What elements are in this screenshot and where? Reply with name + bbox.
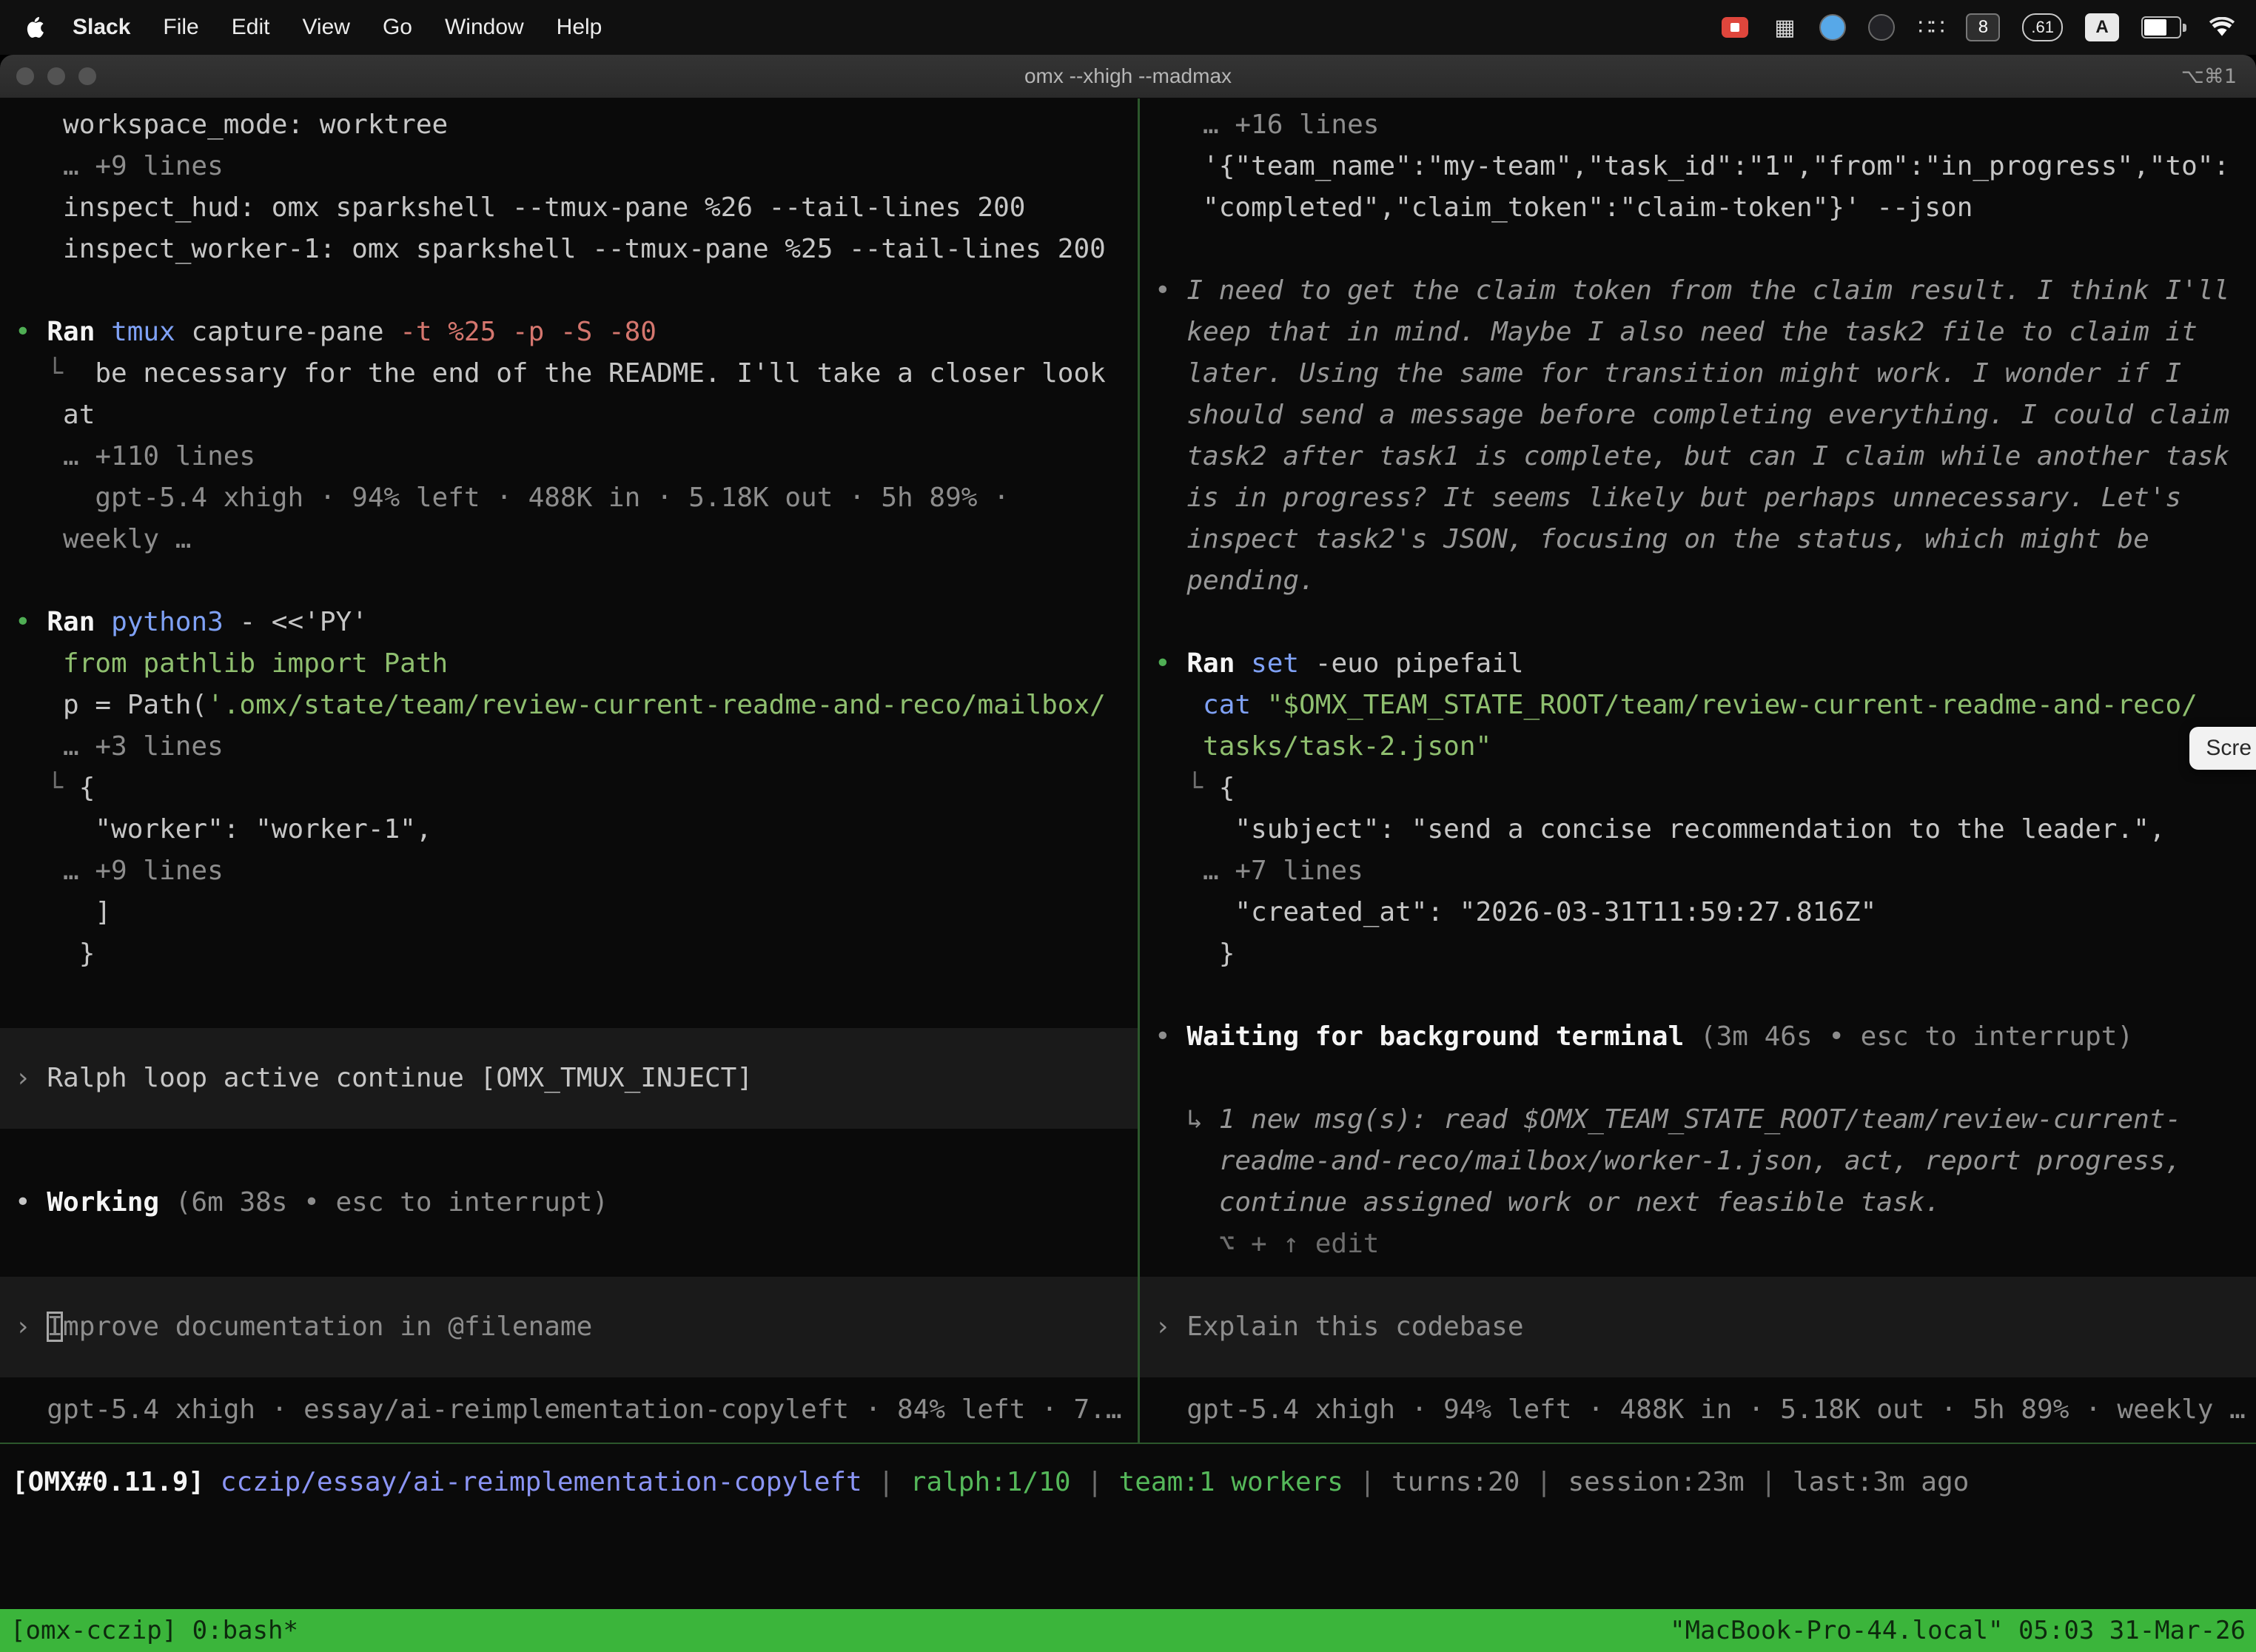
window-title: omx --xhigh --madmax [0, 64, 2256, 88]
terminal-window: omx --xhigh --madmax ⌥⌘1 workspace_mode:… [0, 55, 2256, 1652]
terminal-line: └ be necessary for the end of the README… [0, 353, 1138, 394]
battery-percentage-badge[interactable]: .61 [2022, 11, 2063, 44]
zoom-button[interactable] [78, 67, 96, 85]
terminal-line: inspect task2's JSON, focusing on the st… [1140, 519, 2256, 560]
menu-file[interactable]: File [147, 15, 215, 40]
tmux-status-bar: [omx-cczip] 0:bash* "MacBook-Pro-44.loca… [0, 1609, 2256, 1652]
terminal-line: } [1140, 933, 2256, 975]
terminal-line [0, 270, 1138, 312]
terminal-line [0, 1141, 1138, 1182]
tmux-panes: workspace_mode: worktree … +9 lines insp… [0, 98, 2256, 1444]
terminal-line [0, 1223, 1138, 1265]
terminal-line: } [0, 933, 1138, 975]
terminal-line: '{"team_name":"my-team","task_id":"1","f… [1140, 146, 2256, 187]
terminal-line: continue assigned work or next feasible … [1140, 1182, 2256, 1223]
apple-logo-svg [26, 16, 45, 38]
terminal-line: is in progress? It seems likely but perh… [1140, 477, 2256, 519]
input-source-icon[interactable]: A [2085, 11, 2119, 44]
menu-window[interactable]: Window [429, 15, 540, 40]
apple-logo-icon[interactable] [21, 16, 50, 38]
terminal-line: … +9 lines [0, 850, 1138, 892]
keycap-8-icon[interactable]: 8 [1966, 11, 2000, 44]
tmux-host-clock: "MacBook-Pro-44.local" 05:03 31-Mar-26 [1670, 1616, 2246, 1645]
terminal-line: • Ran python3 - <<'PY' [0, 602, 1138, 643]
menu-bar: Slack FileEditViewGoWindowHelp ▦ ∷∷ 8 .61 A [0, 0, 2256, 55]
menu-go[interactable]: Go [366, 15, 429, 40]
terminal-line [1140, 602, 2256, 643]
terminal-line: workspace_mode: worktree [0, 104, 1138, 146]
menubar-status-icons: ▦ ∷∷ 8 .61 A [1722, 11, 2235, 44]
terminal-line: └ { [0, 768, 1138, 809]
terminal-line [0, 560, 1138, 602]
terminal-line: at [0, 394, 1138, 436]
window-titlebar[interactable]: omx --xhigh --madmax ⌥⌘1 [0, 55, 2256, 98]
terminal-line [1140, 229, 2256, 270]
terminal-line: … +9 lines [0, 146, 1138, 187]
menu-help[interactable]: Help [540, 15, 619, 40]
terminal-line: "completed","claim_token":"claim-token"}… [1140, 187, 2256, 229]
traffic-lights [0, 67, 96, 85]
terminal-line: • Ran set -euo pipefail [1140, 643, 2256, 685]
menu-edit[interactable]: Edit [215, 15, 286, 40]
launchpad-icon[interactable]: ∷∷ [1917, 11, 1944, 44]
menu-view[interactable]: View [286, 15, 366, 40]
terminal-pane-right[interactable]: … +16 lines '{"team_name":"my-team","tas… [1140, 98, 2256, 1443]
terminal-line: … +7 lines [1140, 850, 2256, 892]
prompt-input[interactable]: › Explain this codebase [1140, 1277, 2256, 1377]
terminal-line: ] [0, 892, 1138, 933]
terminal-line: • Waiting for background terminal (3m 46… [1140, 1016, 2256, 1058]
screen-recording-indicator[interactable] [1722, 11, 1748, 44]
terminal-line: • Working (6m 38s • esc to interrupt) [0, 1182, 1138, 1223]
terminal-line: tasks/task-2.json" [1140, 726, 2256, 768]
terminal-line: … +3 lines [0, 726, 1138, 768]
terminal-line: cat "$OMX_TEAM_STATE_ROOT/team/review-cu… [1140, 685, 2256, 726]
keyboard-icon[interactable]: ▦ [1770, 11, 1797, 44]
terminal-line: from pathlib import Path [0, 643, 1138, 685]
omx-status-line: [OMX#0.11.9] cczip/essay/ai-reimplementa… [0, 1444, 2256, 1503]
terminal-line: ⌥ + ↑ edit [1140, 1223, 2256, 1265]
terminal-line: inspect_worker-1: omx sparkshell --tmux-… [0, 229, 1138, 270]
screen-notification[interactable]: Scre [2189, 727, 2256, 770]
terminal-line: later. Using the same for transition mig… [1140, 353, 2256, 394]
terminal-line: weekly … [0, 519, 1138, 560]
terminal-line: should send a message before completing … [1140, 394, 2256, 436]
terminal-line: gpt-5.4 xhigh · 94% left · 488K in · 5.1… [0, 477, 1138, 519]
terminal-line [1140, 975, 2256, 1016]
menu-items: FileEditViewGoWindowHelp [147, 15, 618, 40]
tmux-session-label: [omx-cczip] 0:bash* [10, 1616, 298, 1645]
terminal-line: └ { [1140, 768, 2256, 809]
window-shortcut-hint: ⌥⌘1 [2181, 65, 2256, 88]
terminal-line: "created_at": "2026-03-31T11:59:27.816Z" [1140, 892, 2256, 933]
terminal-line: "subject": "send a concise recommendatio… [1140, 809, 2256, 850]
terminal-line: task2 after task1 is complete, but can I… [1140, 436, 2256, 477]
terminal-line [0, 975, 1138, 1016]
terminal-line: keep that in mind. Maybe I also need the… [1140, 312, 2256, 353]
terminal-line: … +16 lines [1140, 104, 2256, 146]
app-icon-dark[interactable] [1868, 11, 1895, 44]
terminal-line: pending. [1140, 560, 2256, 602]
terminal-line: "worker": "worker-1", [0, 809, 1138, 850]
terminal-pane-left[interactable]: workspace_mode: worktree … +9 lines insp… [0, 98, 1138, 1443]
wifi-icon[interactable] [2209, 11, 2235, 44]
battery-icon[interactable] [2141, 11, 2186, 44]
app-icon-blue[interactable] [1819, 11, 1846, 44]
menu-app-name[interactable]: Slack [56, 15, 147, 40]
terminal-line: gpt-5.4 xhigh · 94% left · 488K in · 5.1… [1140, 1389, 2256, 1431]
terminal-line [1140, 1058, 2256, 1099]
close-button[interactable] [16, 67, 34, 85]
terminal-line: • Ran tmux capture-pane -t %25 -p -S -80 [0, 312, 1138, 353]
terminal-line: • I need to get the claim token from the… [1140, 270, 2256, 312]
terminal-line: readme-and-reco/mailbox/worker-1.json, a… [1140, 1141, 2256, 1182]
terminal-line: gpt-5.4 xhigh · essay/ai-reimplementatio… [0, 1389, 1138, 1431]
terminal-line: inspect_hud: omx sparkshell --tmux-pane … [0, 187, 1138, 229]
prompt-input[interactable]: › Ralph loop active continue [OMX_TMUX_I… [0, 1028, 1138, 1129]
terminal-line: … +110 lines [0, 436, 1138, 477]
prompt-input[interactable]: › Improve documentation in @filename [0, 1277, 1138, 1377]
terminal-line: p = Path('.omx/state/team/review-current… [0, 685, 1138, 726]
minimize-button[interactable] [47, 67, 65, 85]
terminal-line: ↳ 1 new msg(s): read $OMX_TEAM_STATE_ROO… [1140, 1099, 2256, 1141]
